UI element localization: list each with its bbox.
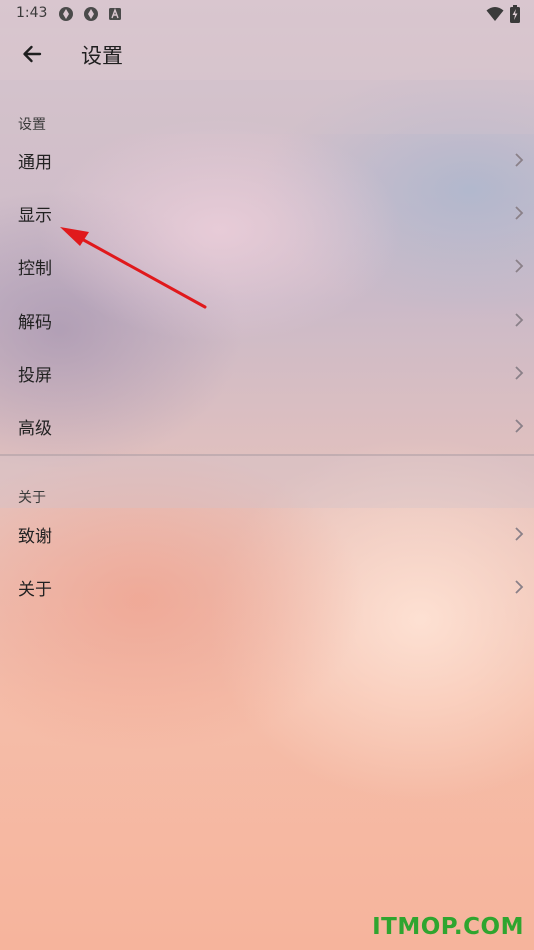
wifi-icon [486, 7, 504, 21]
settings-item-decode[interactable]: 解码 [0, 294, 534, 347]
item-label: 致谢 [18, 527, 52, 547]
chevron-right-icon [515, 527, 524, 541]
item-label: 显示 [18, 206, 52, 226]
section-divider [0, 454, 534, 456]
item-label: 通用 [18, 153, 52, 173]
a-letter-icon [109, 8, 121, 20]
app-bar: 设置 [0, 28, 534, 80]
watermark-logo: ITMOP.COM [372, 914, 524, 940]
settings-item-thanks[interactable]: 致谢 [0, 508, 534, 561]
chevron-right-icon [515, 313, 524, 327]
settings-item-control[interactable]: 控制 [0, 240, 534, 293]
section-band [0, 456, 534, 508]
settings-item-cast[interactable]: 投屏 [0, 347, 534, 400]
battery-charging-icon [510, 5, 520, 23]
settings-item-display[interactable]: 显示 [0, 187, 534, 240]
settings-item-advanced[interactable]: 高级 [0, 400, 534, 453]
item-label: 关于 [18, 580, 52, 600]
chevron-right-icon [515, 419, 524, 433]
chevron-right-icon [515, 259, 524, 273]
sync-icon [59, 7, 73, 21]
settings-item-general[interactable]: 通用 [0, 134, 534, 187]
item-label: 投屏 [18, 366, 52, 386]
status-time: 1:43 [16, 5, 48, 21]
status-right-icons [486, 5, 520, 23]
section-header-settings: 设置 [18, 117, 46, 133]
section-header-about: 关于 [18, 490, 46, 506]
chevron-right-icon [515, 206, 524, 220]
chevron-right-icon [515, 153, 524, 167]
arrow-left-icon [23, 45, 42, 63]
chevron-right-icon [515, 366, 524, 380]
status-bar: 1:43 [0, 0, 534, 28]
settings-screen: 1:43 设置 设置 通用 显示 控制 解码 投屏 高级 关于 致谢 关于 IT… [0, 0, 534, 950]
item-label: 高级 [18, 419, 52, 439]
section-band [0, 80, 534, 134]
settings-item-about[interactable]: 关于 [0, 561, 534, 614]
sync-icon [84, 7, 98, 21]
item-label: 解码 [18, 313, 52, 333]
page-title: 设置 [81, 44, 123, 68]
back-button[interactable] [14, 36, 50, 72]
item-label: 控制 [18, 259, 52, 279]
chevron-right-icon [515, 580, 524, 594]
